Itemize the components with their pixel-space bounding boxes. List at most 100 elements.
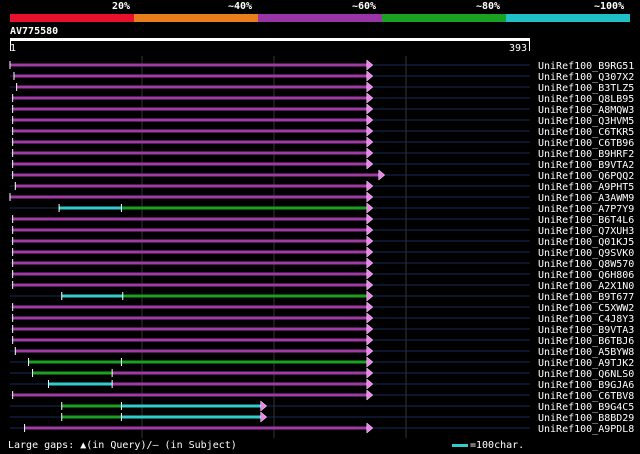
hit-end-arrow	[366, 235, 374, 247]
hit-end-arrow	[366, 92, 374, 104]
hit-name[interactable]: UniRef100_Q9SVK0	[538, 248, 634, 259]
hit-name[interactable]: UniRef100_B9G4C5	[538, 402, 634, 413]
hit-row[interactable]: UniRef100_Q6PQQ2	[10, 169, 634, 182]
hit-row[interactable]: UniRef100_A8MQW3	[10, 103, 634, 116]
hit-row[interactable]: UniRef100_B9VTA2	[10, 158, 634, 171]
hit-row[interactable]: UniRef100_Q8LB95	[10, 92, 634, 105]
hit-row[interactable]: UniRef100_C4J8Y3	[10, 312, 634, 325]
query-end-label: 393	[509, 43, 528, 54]
hit-row[interactable]: UniRef100_A9TJK2	[10, 356, 634, 369]
hit-row[interactable]: UniRef100_Q3HVM5	[10, 114, 634, 127]
hit-name[interactable]: UniRef100_Q7XUH3	[538, 226, 634, 237]
hit-name[interactable]: UniRef100_B6T4L6	[538, 215, 634, 226]
hit-name[interactable]: UniRef100_Q6PQQ2	[538, 171, 634, 182]
hit-name[interactable]: UniRef100_B9VTA2	[538, 160, 634, 171]
hit-row[interactable]: UniRef100_B9VTA3	[10, 323, 634, 336]
hit-name[interactable]: UniRef100_C6TBV8	[538, 391, 634, 402]
hit-name[interactable]: UniRef100_B3TLZ5	[538, 83, 634, 94]
hit-row[interactable]: UniRef100_B3TLZ5	[10, 81, 634, 94]
legend-label-3: ~60%	[352, 1, 377, 12]
hit-row[interactable]: UniRef100_A9PHT5	[10, 180, 634, 193]
hit-name[interactable]: UniRef100_B9HRF2	[538, 149, 634, 160]
hit-row[interactable]: UniRef100_Q6NLS0	[10, 367, 634, 380]
hit-end-arrow	[366, 180, 374, 192]
hit-row[interactable]: UniRef100_Q7XUH3	[10, 224, 634, 237]
legend-color-1	[10, 14, 134, 22]
hit-row[interactable]: UniRef100_A3AWM9	[9, 191, 634, 204]
hit-name[interactable]: UniRef100_Q6NLS0	[538, 369, 634, 380]
query-name: AV775580	[10, 26, 59, 37]
hit-name[interactable]: UniRef100_Q8W570	[538, 259, 634, 270]
hit-row[interactable]: UniRef100_A2X1N0	[10, 279, 634, 292]
hit-row[interactable]: UniRef100_B9RG51	[9, 59, 634, 72]
hit-name[interactable]: UniRef100_Q307X2	[538, 72, 634, 83]
hit-name[interactable]: UniRef100_C5XWW2	[538, 303, 634, 314]
legend-label-5: ~100%	[594, 1, 625, 12]
hit-row[interactable]: UniRef100_B9G4C5	[10, 400, 634, 413]
hit-end-arrow	[366, 147, 374, 159]
hit-end-arrow	[366, 202, 374, 214]
hit-row[interactable]: UniRef100_B6TBJ6	[10, 334, 634, 347]
hit-name[interactable]: UniRef100_C4J8Y3	[538, 314, 634, 325]
hit-row[interactable]: UniRef100_B6T4L6	[10, 213, 634, 226]
hit-name[interactable]: UniRef100_B9VTA3	[538, 325, 634, 336]
hit-name[interactable]: UniRef100_A3AWM9	[538, 193, 634, 204]
hit-end-arrow	[366, 301, 374, 313]
hit-row[interactable]: UniRef100_C6TBV8	[10, 389, 634, 402]
hit-name[interactable]: UniRef100_B9RG51	[538, 61, 634, 72]
hit-end-arrow	[366, 81, 374, 93]
hit-row[interactable]: UniRef100_Q01KJ5	[10, 235, 634, 248]
hit-end-arrow	[366, 103, 374, 115]
hit-name[interactable]: UniRef100_C6TB96	[538, 138, 634, 149]
hit-row[interactable]: UniRef100_B8BD29	[10, 411, 634, 424]
hit-row[interactable]: UniRef100_A5BYW8	[10, 345, 634, 358]
hit-row[interactable]: UniRef100_Q9SVK0	[10, 246, 634, 259]
identity-legend-bar	[10, 14, 630, 22]
hit-name[interactable]: UniRef100_B9GJA6	[538, 380, 634, 391]
scale-swatch	[452, 444, 468, 447]
hit-end-arrow	[366, 213, 374, 225]
hit-name[interactable]: UniRef100_A8MQW3	[538, 105, 634, 116]
hit-end-arrow	[366, 257, 374, 269]
hit-row[interactable]: UniRef100_Q6H806	[10, 268, 634, 281]
hit-row[interactable]: UniRef100_Q8W570	[10, 257, 634, 270]
hit-end-arrow	[366, 136, 374, 148]
hit-name[interactable]: UniRef100_Q01KJ5	[538, 237, 634, 248]
hit-row[interactable]: UniRef100_C6TKR5	[10, 125, 634, 138]
hit-end-arrow	[366, 125, 374, 137]
hit-name[interactable]: UniRef100_A5BYW8	[538, 347, 634, 358]
hit-name[interactable]: UniRef100_B8BD29	[538, 413, 634, 424]
hit-end-arrow	[366, 191, 374, 203]
hit-end-arrow	[260, 411, 268, 423]
scale-key: =100char.	[452, 440, 524, 451]
alignment-plot: UniRef100_B9RG51UniRef100_Q307X2UniRef10…	[9, 56, 634, 438]
legend-label-4: ~80%	[476, 1, 501, 12]
hit-name[interactable]: UniRef100_Q6H806	[538, 270, 634, 281]
hit-name[interactable]: UniRef100_A2X1N0	[538, 281, 634, 292]
hit-end-arrow	[366, 279, 374, 291]
hit-end-arrow	[366, 356, 374, 368]
hit-name[interactable]: UniRef100_C6TKR5	[538, 127, 634, 138]
hit-name[interactable]: UniRef100_B9T677	[538, 292, 634, 303]
hit-end-arrow	[366, 345, 374, 357]
hit-name[interactable]: UniRef100_Q3HVM5	[538, 116, 634, 127]
hit-name[interactable]: UniRef100_A9PHT5	[538, 182, 634, 193]
hit-row[interactable]: UniRef100_B9T677	[10, 290, 634, 303]
hit-row[interactable]: UniRef100_C6TB96	[10, 136, 634, 149]
hit-row[interactable]: UniRef100_B9GJA6	[10, 378, 634, 391]
query-line	[10, 38, 530, 41]
hit-end-arrow	[366, 70, 374, 82]
hit-name[interactable]: UniRef100_A9TJK2	[538, 358, 634, 369]
hit-name[interactable]: UniRef100_A7P7Y9	[538, 204, 634, 215]
hit-row[interactable]: UniRef100_C5XWW2	[10, 301, 634, 314]
hit-end-arrow	[366, 378, 374, 390]
hit-name[interactable]: UniRef100_A9PDL8	[538, 424, 634, 435]
hit-name[interactable]: UniRef100_B6TBJ6	[538, 336, 634, 347]
hit-row[interactable]: UniRef100_A7P7Y9	[10, 202, 634, 215]
hit-end-arrow	[366, 268, 374, 280]
hit-row[interactable]: UniRef100_B9HRF2	[10, 147, 634, 160]
hit-row[interactable]: UniRef100_A9PDL8	[10, 422, 634, 435]
hit-name[interactable]: UniRef100_Q8LB95	[538, 94, 634, 105]
hit-row[interactable]: UniRef100_Q307X2	[10, 70, 634, 83]
hit-end-arrow	[260, 400, 268, 412]
